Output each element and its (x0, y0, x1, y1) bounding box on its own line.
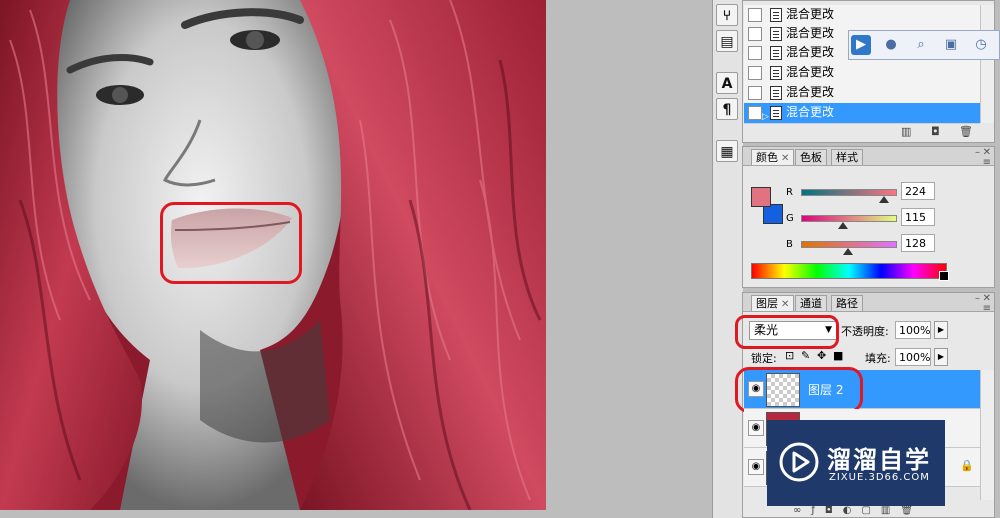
clock-icon[interactable]: ◷ (971, 35, 991, 55)
document-icon (770, 8, 782, 22)
panel-menu-icon[interactable]: ≡ (983, 303, 991, 314)
floating-toolbar: ▶ ● ⌕ ▣ ◷ (848, 30, 1000, 60)
lock-icon: 🔒 (960, 459, 974, 472)
fill-label: 填充: (865, 352, 891, 365)
search-icon[interactable]: ⌕ (911, 35, 931, 55)
lock-label: 锁定: (751, 352, 777, 365)
r-slider-thumb[interactable] (879, 196, 889, 203)
collapse-icon[interactable]: – (975, 147, 980, 158)
notes-icon[interactable]: ▦ (716, 140, 738, 162)
background-color-swatch[interactable] (763, 204, 783, 224)
color-spectrum-bar[interactable] (751, 263, 947, 279)
layers-scrollbar[interactable] (980, 370, 994, 500)
panel-menu-icon[interactable]: ≡ (983, 157, 991, 168)
tab-color[interactable]: 颜色 ✕ (751, 149, 795, 165)
foreground-color-swatch[interactable] (751, 187, 771, 207)
tab-styles[interactable]: 样式 (831, 149, 863, 165)
history-item[interactable]: 混合更改 (744, 83, 980, 104)
layer-highlight-box (735, 367, 863, 413)
black-swatch[interactable] (939, 271, 949, 281)
collapse-icon[interactable]: – (975, 293, 980, 304)
panel-tool-strip: ⑂ ▤ A ¶ ▦ (712, 0, 744, 518)
history-state-marker-icon: ▷ (762, 112, 769, 122)
b-value-field[interactable]: 128 (901, 234, 935, 252)
history-item[interactable]: 混合更改 (744, 5, 980, 26)
b-slider-track[interactable] (801, 241, 897, 248)
b-label: B (786, 239, 793, 250)
document-icon (770, 27, 782, 41)
watermark-title: 溜溜自学 (827, 446, 931, 474)
paragraph-icon[interactable]: ¶ (716, 98, 738, 120)
opacity-field[interactable]: 100% (895, 321, 931, 339)
r-label: R (786, 187, 793, 198)
trash-icon[interactable]: 🗑 (959, 125, 973, 138)
fill-arrow-icon[interactable]: ▶ (934, 348, 948, 366)
g-slider-thumb[interactable] (838, 222, 848, 229)
photo-canvas[interactable] (0, 0, 546, 510)
tab-layers[interactable]: 图层 ✕ (751, 295, 795, 311)
tab-channels[interactable]: 通道 (795, 295, 827, 311)
g-value-field[interactable]: 115 (901, 208, 935, 226)
lock-transparent-icon[interactable]: ⊡ (785, 349, 794, 362)
snapshot-checkbox[interactable] (748, 27, 762, 41)
snapshot-checkbox[interactable] (748, 66, 762, 80)
play-logo-icon (779, 442, 819, 482)
tab-paths[interactable]: 路径 (831, 295, 863, 311)
opacity-arrow-icon[interactable]: ▶ (934, 321, 948, 339)
play-icon[interactable]: ▶ (851, 35, 871, 55)
clone-source-icon[interactable]: ▤ (716, 30, 738, 52)
snapshot-checkbox[interactable] (748, 106, 762, 120)
snapshot-checkbox[interactable] (748, 8, 762, 22)
lock-position-icon[interactable]: ✥ (817, 349, 826, 362)
history-panel: 混合更改 混合更改 混合更改 混合更改 混合更改 ▷ 混合更改 ▥ ◘ 🗑 (742, 0, 995, 143)
new-document-from-state-icon[interactable]: ▥ (901, 125, 911, 138)
g-label: G (786, 213, 794, 224)
eye-icon[interactable]: ◉ (748, 420, 764, 436)
document-icon (770, 66, 782, 80)
lock-all-icon[interactable]: ■ (833, 349, 843, 362)
document-icon (770, 86, 782, 100)
color-panel: 颜色 ✕ 色板 样式 – ✕ ≡ R 224 G 115 B 128 (742, 146, 995, 288)
layers-panel-tabs: 图层 ✕ 通道 路径 – ✕ ≡ (743, 293, 994, 314)
brush-preset-icon[interactable]: ⑂ (716, 4, 738, 26)
eye-icon[interactable]: ◉ (748, 459, 764, 475)
color-panel-tabs: 颜色 ✕ 色板 样式 – ✕ ≡ (743, 147, 994, 168)
r-value-field[interactable]: 224 (901, 182, 935, 200)
lips-highlight-box (160, 202, 302, 284)
history-item-selected[interactable]: ▷ 混合更改 (744, 103, 980, 124)
lock-pixels-icon[interactable]: ✎ (801, 349, 810, 362)
snapshot-checkbox[interactable] (748, 86, 762, 100)
b-slider-thumb[interactable] (843, 248, 853, 255)
r-slider-track[interactable] (801, 189, 897, 196)
layers-footer-icons[interactable]: ∞ƒ◘◐▢▥🗑 (793, 505, 923, 516)
blend-mode-highlight-box (735, 315, 839, 349)
character-icon[interactable]: A (716, 72, 738, 94)
watermark-logo: 溜溜自学 ZIXUE.3D66.COM (767, 420, 945, 506)
opacity-label: 不透明度: (841, 325, 889, 338)
fill-field[interactable]: 100% (895, 348, 931, 366)
snapshot-checkbox[interactable] (748, 46, 762, 60)
watermark-url: ZIXUE.3D66.COM (829, 472, 930, 483)
tab-swatches[interactable]: 色板 (795, 149, 827, 165)
history-scrollbar[interactable] (980, 5, 994, 123)
g-slider-track[interactable] (801, 215, 897, 222)
new-snapshot-icon[interactable]: ◘ (931, 125, 940, 138)
history-item[interactable]: 混合更改 (744, 63, 980, 84)
screen-icon[interactable]: ▣ (941, 35, 961, 55)
document-icon (770, 46, 782, 60)
user-icon[interactable]: ● (881, 35, 901, 55)
document-icon (770, 106, 782, 120)
